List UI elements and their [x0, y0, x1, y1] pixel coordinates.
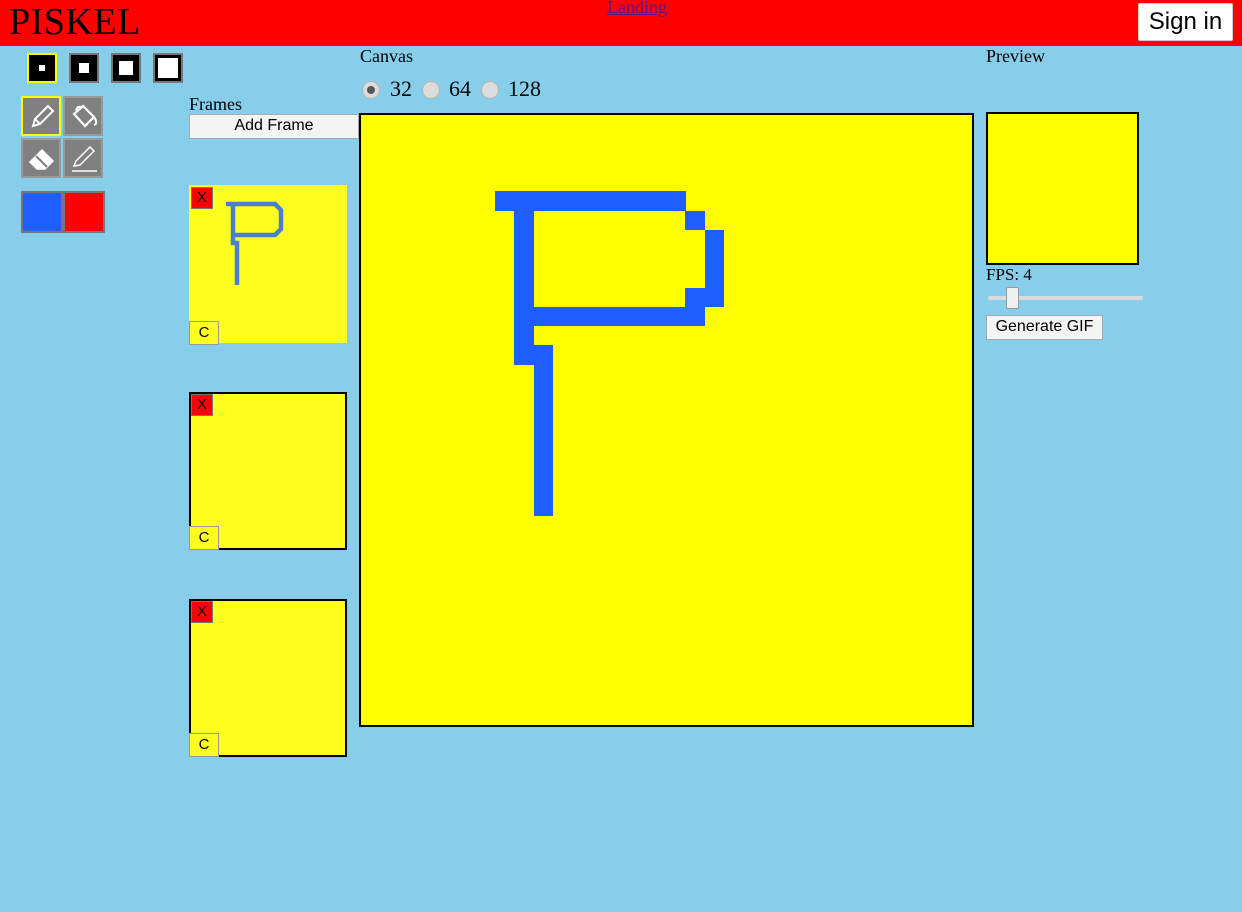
- canvas-pixel-drawing: [495, 191, 724, 516]
- frame-thumbnail-3[interactable]: X C: [189, 599, 347, 757]
- delete-frame-button[interactable]: X: [191, 601, 213, 623]
- copy-frame-button[interactable]: C: [189, 733, 219, 757]
- pencil-icon: [31, 104, 55, 128]
- secondary-color-swatch[interactable]: [63, 191, 105, 233]
- frame-thumbnail-1[interactable]: X C: [189, 185, 347, 345]
- fps-label: FPS: 4: [986, 265, 1032, 284]
- pen-size-3-button[interactable]: [111, 53, 141, 83]
- primary-color-swatch[interactable]: [21, 191, 63, 233]
- pen-size-indicator: [158, 58, 178, 78]
- pen-size-2-button[interactable]: [69, 53, 99, 83]
- canvas-size-128-label: 128: [508, 76, 541, 101]
- eraser-icon: [28, 148, 55, 170]
- top-bar: PISKEL Landing Sign in: [0, 0, 1242, 46]
- copy-frame-button[interactable]: C: [189, 526, 219, 550]
- animation-preview: [986, 112, 1139, 265]
- pencil-tool-button[interactable]: [21, 96, 61, 136]
- drawing-canvas[interactable]: [359, 113, 974, 727]
- landing-link[interactable]: Landing: [607, 0, 667, 18]
- preview-label: Preview: [986, 46, 1045, 66]
- add-frame-button[interactable]: Add Frame: [189, 114, 359, 139]
- delete-frame-button[interactable]: X: [191, 394, 213, 416]
- paint-bucket-tool-button[interactable]: [63, 96, 103, 136]
- generate-gif-button[interactable]: Generate GIF: [986, 315, 1103, 340]
- fps-slider-thumb[interactable]: [1006, 287, 1019, 309]
- canvas-size-64-radio[interactable]: [422, 81, 440, 99]
- delete-frame-button[interactable]: X: [191, 187, 213, 209]
- paint-bucket-icon: [72, 104, 98, 128]
- pen-size-4-button[interactable]: [153, 53, 183, 83]
- pen-size-indicator: [119, 61, 133, 75]
- stroke-pen-icon: [72, 145, 97, 172]
- canvas-label: Canvas: [360, 46, 413, 66]
- frames-label: Frames: [189, 94, 242, 114]
- app-logo: PISKEL: [9, 1, 141, 43]
- eraser-tool-button[interactable]: [21, 138, 61, 178]
- canvas-size-32-radio[interactable]: [362, 81, 380, 99]
- canvas-size-32-label: 32: [390, 76, 412, 101]
- pen-size-indicator: [79, 63, 89, 73]
- sign-in-button[interactable]: Sign in: [1138, 3, 1233, 41]
- copy-frame-button[interactable]: C: [189, 321, 219, 345]
- pen-size-indicator: [39, 65, 45, 71]
- canvas-size-64-label: 64: [449, 76, 471, 101]
- canvas-size-128-radio[interactable]: [481, 81, 499, 99]
- stroke-tool-button[interactable]: [63, 138, 103, 178]
- frame-thumbnail-2[interactable]: X C: [189, 392, 347, 550]
- pen-size-1-button[interactable]: [27, 53, 57, 83]
